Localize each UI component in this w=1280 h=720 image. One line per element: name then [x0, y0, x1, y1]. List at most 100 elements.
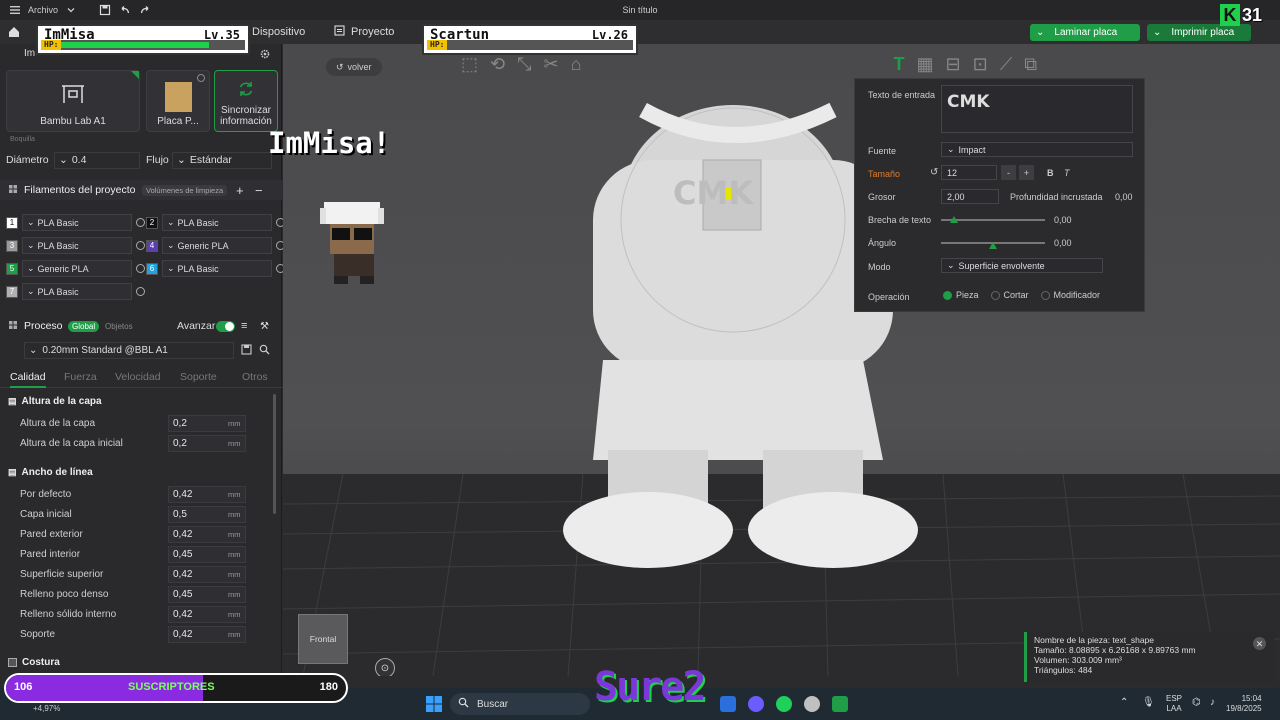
spotify-icon[interactable]: [776, 696, 792, 712]
thickness-input[interactable]: 2,00: [941, 189, 999, 204]
print-plate-button[interactable]: ⌄ Imprimir placa: [1147, 24, 1251, 41]
outlook-icon[interactable]: [720, 696, 736, 712]
printer-card[interactable]: Bambu Lab A1: [6, 70, 140, 132]
filament-select[interactable]: ⌄ Generic PLA: [162, 237, 272, 254]
info-icon[interactable]: [197, 74, 205, 82]
measure-tool-icon[interactable]: ⊟: [946, 54, 961, 75]
remove-filament-icon[interactable]: [136, 287, 145, 296]
remove-filament-icon[interactable]: [136, 264, 145, 273]
filament-item[interactable]: 1 ⌄ PLA Basic: [6, 214, 145, 231]
filament-select[interactable]: ⌄ PLA Basic: [22, 214, 132, 231]
sync-info-card[interactable]: Sincronizar información: [214, 70, 278, 132]
discord-icon[interactable]: [748, 696, 764, 712]
language-indicator[interactable]: ESP LAA: [1166, 694, 1182, 714]
tab-device[interactable]: Dispositivo: [240, 20, 317, 44]
params-scrollbar[interactable]: [273, 394, 276, 514]
quality-tab[interactable]: Otros: [242, 371, 268, 383]
obs-icon[interactable]: [804, 696, 820, 712]
process-global-toggle[interactable]: Global: [68, 320, 100, 332]
size-decrease-button[interactable]: -: [1001, 165, 1016, 180]
settings-gear-icon[interactable]: [259, 48, 271, 63]
cut-tool-icon[interactable]: ✂: [544, 54, 559, 75]
home-icon[interactable]: [0, 25, 28, 39]
advanced-toggle[interactable]: [216, 320, 235, 332]
size-increase-button[interactable]: +: [1019, 165, 1034, 180]
filament-item[interactable]: 7 ⌄ PLA Basic: [6, 283, 145, 300]
chevron-down-icon[interactable]: [64, 3, 78, 17]
angle-slider-thumb[interactable]: [989, 242, 997, 249]
volume-icon[interactable]: ♪: [1210, 697, 1215, 708]
purge-volumes-button[interactable]: Volúmenes de limpieza: [142, 184, 228, 196]
plate-card[interactable]: Placa P...: [146, 70, 210, 132]
operation-radio[interactable]: Pieza: [943, 290, 979, 300]
filament-select[interactable]: ⌄ PLA Basic: [162, 214, 272, 231]
back-button[interactable]: ↺ volver: [326, 58, 382, 76]
filament-select[interactable]: ⌄ Generic PLA: [22, 260, 132, 277]
slice-plate-button[interactable]: ⌄ Laminar placa: [1030, 24, 1140, 41]
quality-tab[interactable]: Fuerza: [64, 371, 97, 383]
bold-button[interactable]: B: [1047, 168, 1054, 178]
flow-select[interactable]: ⌄ Estándar: [172, 151, 272, 169]
remove-filament-icon[interactable]: [136, 241, 145, 250]
italic-button[interactable]: T: [1064, 168, 1070, 178]
angle-slider[interactable]: [941, 242, 1045, 249]
remove-filament-button[interactable]: −: [255, 183, 263, 198]
save-icon[interactable]: [98, 3, 112, 17]
mode-select[interactable]: ⌄ Superficie envolvente: [941, 258, 1103, 273]
redo-icon[interactable]: [138, 3, 152, 17]
camera-icon[interactable]: ⊙: [375, 658, 395, 676]
microphone-icon[interactable]: 🎙: [1142, 697, 1155, 708]
file-menu[interactable]: Archivo: [28, 5, 58, 15]
bambu-studio-icon[interactable]: [832, 696, 848, 712]
scale-tool-icon[interactable]: ⤡: [517, 54, 531, 75]
quality-tab[interactable]: Calidad: [10, 371, 46, 388]
size-input[interactable]: 12: [941, 165, 997, 180]
process-profile-select[interactable]: ⌄ 0.20mm Standard @BBL A1: [24, 342, 234, 359]
ruler-tool-icon[interactable]: ⟋: [1000, 54, 1013, 75]
quality-tab[interactable]: Velocidad: [115, 371, 161, 383]
angle-value[interactable]: 0,00: [1054, 238, 1072, 248]
tab-project[interactable]: Proyecto: [322, 20, 406, 44]
operation-radio[interactable]: Modificador: [1040, 290, 1100, 300]
search-icon[interactable]: [259, 344, 270, 358]
list-icon[interactable]: ≡: [241, 320, 247, 332]
quality-tab[interactable]: Soporte: [180, 371, 217, 383]
view-cube[interactable]: Frontal: [298, 614, 348, 664]
tray-chevron-icon[interactable]: ⌃: [1120, 697, 1128, 708]
paint-tool-icon[interactable]: ⌂: [571, 54, 582, 75]
filament-item[interactable]: 3 ⌄ PLA Basic: [6, 237, 145, 254]
process-objects-toggle[interactable]: Objetos: [105, 322, 133, 331]
font-select[interactable]: ⌄ Impact: [941, 142, 1133, 157]
assembly-tool-icon[interactable]: ⧉: [1024, 54, 1037, 75]
gap-slider[interactable]: [941, 216, 1045, 223]
text-tool-icon[interactable]: T: [893, 54, 904, 75]
rotate-tool-icon[interactable]: ⟲: [490, 54, 505, 75]
text-input-field[interactable]: CMK: [941, 85, 1133, 133]
app-menu-icon[interactable]: [8, 3, 22, 17]
reset-size-icon[interactable]: ↺: [930, 167, 938, 178]
clock[interactable]: 15:04 19/8/2025: [1226, 694, 1262, 714]
taskbar-search[interactable]: Buscar: [450, 693, 590, 715]
depth-value[interactable]: 0,00: [1115, 192, 1133, 202]
filament-select[interactable]: ⌄ PLA Basic: [22, 237, 132, 254]
filament-item[interactable]: 2 ⌄ PLA Basic: [146, 214, 285, 231]
close-icon[interactable]: ✕: [1253, 637, 1266, 650]
gap-slider-thumb[interactable]: [950, 216, 958, 223]
undo-icon[interactable]: [118, 3, 132, 17]
gap-value[interactable]: 0,00: [1054, 215, 1072, 225]
filament-select[interactable]: ⌄ PLA Basic: [22, 283, 132, 300]
filament-item[interactable]: 4 ⌄ Generic PLA: [146, 237, 285, 254]
operation-radio[interactable]: Cortar: [990, 290, 1029, 300]
network-icon[interactable]: ⌬: [1192, 697, 1201, 708]
filament-select[interactable]: ⌄ PLA Basic: [162, 260, 272, 277]
compare-icon[interactable]: ⚒: [260, 321, 269, 332]
add-filament-button[interactable]: +: [236, 183, 244, 198]
filament-item[interactable]: 5 ⌄ Generic PLA: [6, 260, 145, 277]
filament-item[interactable]: 6 ⌄ PLA Basic: [146, 260, 285, 277]
diameter-select[interactable]: ⌄ 0.4: [54, 151, 140, 169]
move-tool-icon[interactable]: ⬚: [461, 54, 478, 75]
plate-tool-icon[interactable]: ⊡: [973, 54, 988, 75]
printer-section-tab[interactable]: Im: [24, 48, 35, 59]
support-tool-icon[interactable]: ▦: [916, 54, 933, 75]
save-profile-icon[interactable]: [241, 344, 252, 358]
